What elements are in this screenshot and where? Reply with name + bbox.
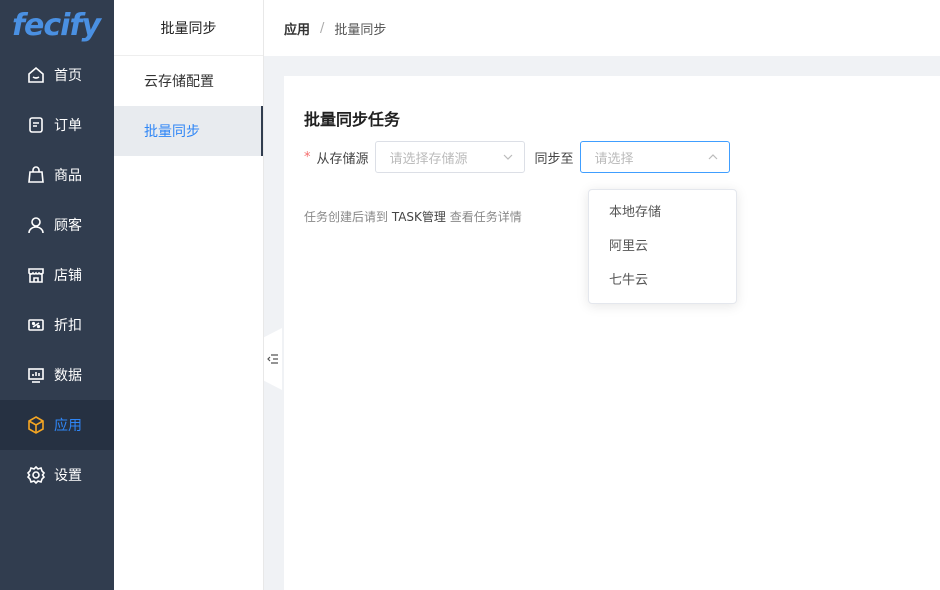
nav-item-settings[interactable]: 设置 <box>0 450 114 500</box>
nav-label: 应用 <box>54 418 82 434</box>
collapse-icon <box>267 354 278 364</box>
task-hint: 任务创建后请到 TASK管理 查看任务详情 <box>304 208 522 225</box>
nav-label: 数据 <box>54 368 82 384</box>
bag-icon <box>26 165 46 185</box>
hint-prefix: 任务创建后请到 <box>304 210 392 224</box>
target-label: 同步至 <box>534 151 574 167</box>
dropdown-option-qiniu[interactable]: 七牛云 <box>589 264 736 298</box>
nav-item-discount[interactable]: 折扣 <box>0 300 114 350</box>
user-icon <box>26 215 46 235</box>
source-placeholder: 请选择存储源 <box>389 151 468 167</box>
nav-label: 折扣 <box>54 318 82 334</box>
task-manage-link[interactable]: TASK管理 <box>392 210 446 224</box>
nav-label: 店铺 <box>54 268 82 284</box>
nav-label: 首页 <box>54 68 82 84</box>
source-label: 从存储源 <box>316 151 369 167</box>
nav-label: 商品 <box>54 168 82 184</box>
target-placeholder: 请选择 <box>594 151 634 167</box>
nav-label: 设置 <box>54 468 82 484</box>
page-header: 应用 / 批量同步 <box>264 0 940 56</box>
content-card: 批量同步任务 * 从存储源 请选择存储源 同步至 请选择 任务创建后请到 TAS… <box>284 76 940 590</box>
nav-item-store[interactable]: 店铺 <box>0 250 114 300</box>
collapse-menu-toggle[interactable] <box>264 328 282 390</box>
order-icon <box>26 115 46 135</box>
chevron-up-icon <box>708 154 717 160</box>
page-title: 批量同步任务 <box>304 110 401 129</box>
nav-item-apps[interactable]: 应用 <box>0 400 114 450</box>
dropdown-option-local[interactable]: 本地存储 <box>589 196 736 230</box>
nav-label: 订单 <box>54 118 82 134</box>
sync-form-row: * 从存储源 请选择存储源 同步至 请选择 <box>304 141 730 173</box>
home-icon <box>26 65 46 85</box>
gear-icon <box>26 465 46 485</box>
required-mark: * <box>304 149 311 165</box>
submenu-item-cloud-storage[interactable]: 云存储配置 <box>114 56 263 106</box>
target-dropdown: 本地存储 阿里云 七牛云 <box>588 189 737 304</box>
target-select[interactable]: 请选择 <box>579 141 730 173</box>
chart-icon <box>26 365 46 385</box>
nav-item-orders[interactable]: 订单 <box>0 100 114 150</box>
submenu-title: 批量同步 <box>114 0 263 56</box>
submenu-item-batch-sync[interactable]: 批量同步 <box>114 106 263 156</box>
breadcrumb-separator: / <box>320 20 325 36</box>
nav-label: 顾客 <box>54 218 82 234</box>
hint-suffix: 查看任务详情 <box>445 210 522 224</box>
dropdown-option-aliyun[interactable]: 阿里云 <box>589 230 736 264</box>
nav-item-home[interactable]: 首页 <box>0 50 114 100</box>
discount-icon <box>26 315 46 335</box>
box-icon <box>26 415 46 435</box>
main-sidebar: fecify 首页 订单 商品 顾客 店铺 折扣 数据 应用 设置 <box>0 0 114 590</box>
logo-text: fecify <box>12 7 101 43</box>
nav-item-customers[interactable]: 顾客 <box>0 200 114 250</box>
chevron-down-icon <box>503 154 512 160</box>
secondary-menu: 批量同步 云存储配置 批量同步 <box>114 0 264 590</box>
nav-item-data[interactable]: 数据 <box>0 350 114 400</box>
nav-item-products[interactable]: 商品 <box>0 150 114 200</box>
logo[interactable]: fecify <box>0 0 114 50</box>
breadcrumb-parent[interactable]: 应用 <box>284 19 310 38</box>
store-icon <box>26 265 46 285</box>
source-select[interactable]: 请选择存储源 <box>374 141 525 173</box>
breadcrumb-current: 批量同步 <box>334 22 387 38</box>
